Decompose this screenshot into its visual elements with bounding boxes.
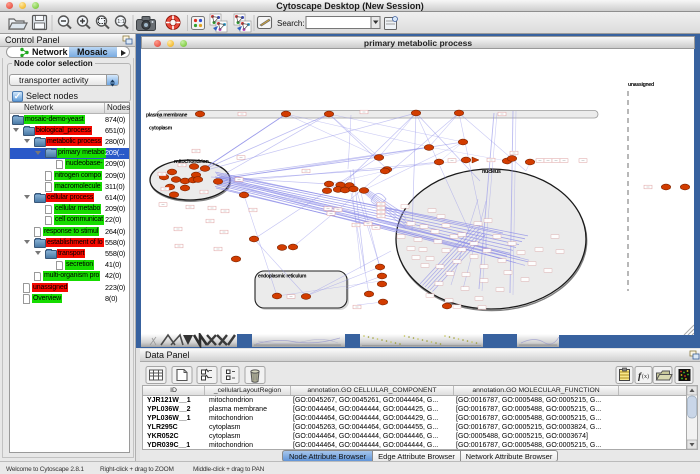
svg-text:nucleus: nucleus <box>482 169 501 175</box>
svg-text:(x): (x) <box>642 373 649 380</box>
svg-text:unassigned: unassigned <box>628 82 654 88</box>
svg-text:plasma membrane: plasma membrane <box>146 113 187 119</box>
svg-text:mitochondrion: mitochondrion <box>174 159 210 165</box>
svg-text:1:1: 1:1 <box>117 19 125 25</box>
svg-text:cytoplasm: cytoplasm <box>149 126 173 132</box>
svg-text:endoplasmic reticulum: endoplasmic reticulum <box>258 274 307 280</box>
svg-text:Search:: Search: <box>277 19 305 28</box>
